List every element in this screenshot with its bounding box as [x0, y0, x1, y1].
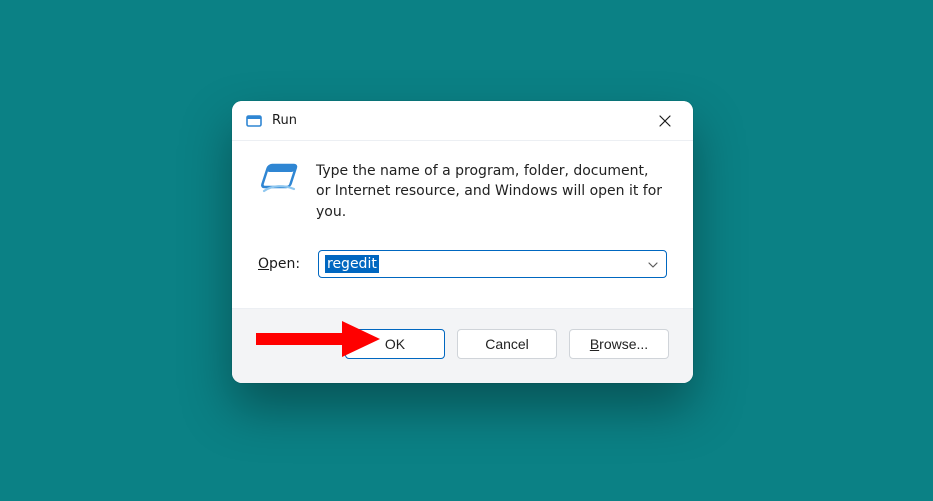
ok-button[interactable]: OK [345, 329, 445, 359]
description-text: Type the name of a program, folder, docu… [316, 161, 667, 222]
open-row: Open: regedit [258, 250, 667, 278]
run-icon [246, 113, 262, 129]
dialog-title: Run [272, 113, 297, 128]
run-large-icon [258, 161, 298, 195]
open-input-value: regedit [325, 255, 379, 273]
titlebar: Run [232, 101, 693, 141]
browse-button[interactable]: Browse... [569, 329, 669, 359]
description-row: Type the name of a program, folder, docu… [258, 161, 667, 222]
open-combobox[interactable]: regedit [318, 250, 667, 278]
chevron-down-icon [648, 256, 658, 272]
close-icon [659, 115, 671, 127]
cancel-button[interactable]: Cancel [457, 329, 557, 359]
button-bar: OK Cancel Browse... [232, 308, 693, 383]
close-button[interactable] [643, 106, 687, 136]
dialog-body: Type the name of a program, folder, docu… [232, 141, 693, 308]
open-label: Open: [258, 256, 304, 272]
run-dialog: Run Type the name of a program, folder, … [232, 101, 693, 383]
